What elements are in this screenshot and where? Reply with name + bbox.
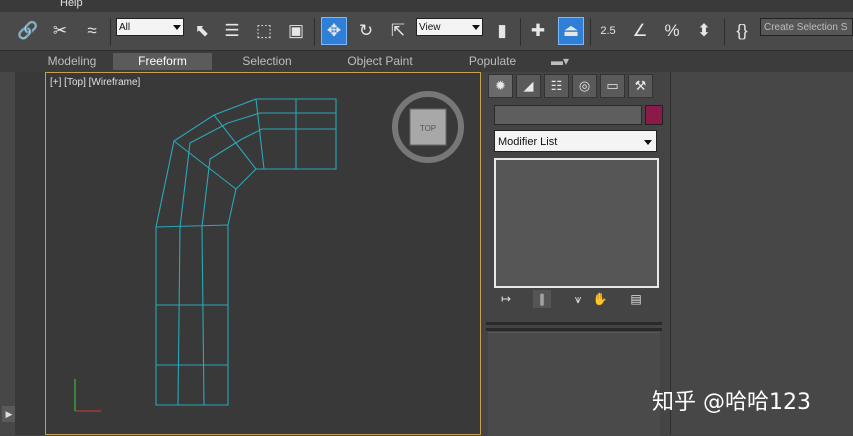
window-crossing-icon[interactable]: ▣ xyxy=(284,18,308,44)
select-and-move-icon[interactable]: ✥ xyxy=(321,17,347,45)
menu-help[interactable]: Help xyxy=(60,0,83,9)
configure-modifier-sets-icon[interactable]: ▤ xyxy=(627,290,645,308)
keyboard-shortcut-override-icon[interactable]: ⏏ xyxy=(558,17,584,45)
create-tab-icon[interactable]: ✹ xyxy=(488,74,513,98)
select-manipulate-icon[interactable]: ✚ xyxy=(526,18,550,44)
link-icon[interactable]: 🔗 xyxy=(16,18,40,44)
watermark: 知乎 @哈哈123 xyxy=(652,390,811,415)
tab-modeling[interactable]: Modeling xyxy=(34,53,110,70)
modify-tab-icon[interactable]: ◢ xyxy=(516,74,541,98)
remove-modifier-icon[interactable]: ✋ xyxy=(591,290,609,308)
show-end-result-icon[interactable]: ∥ xyxy=(533,290,551,308)
object-color-swatch[interactable] xyxy=(645,105,663,125)
select-object-icon[interactable]: ⬉ xyxy=(190,18,214,44)
bind-space-warp-icon[interactable]: ≈ xyxy=(80,18,104,44)
tab-object-paint[interactable]: Object Paint xyxy=(330,53,430,70)
tab-populate[interactable]: Populate xyxy=(455,53,530,70)
rectangular-selection-icon[interactable]: ⬚ xyxy=(252,18,276,44)
selection-filter-value: All xyxy=(119,22,131,33)
wireframe-mesh xyxy=(155,98,337,406)
reference-coord-dropdown[interactable]: View xyxy=(416,18,483,36)
snaps-toggle-icon[interactable]: 2.5 xyxy=(596,18,620,44)
axis-tripod-icon xyxy=(74,379,101,412)
ribbon-options-icon[interactable]: ▬▾ xyxy=(545,53,575,70)
command-panel: ✹ ◢ ☷ ◎ ▭ ⚒ Modifier List ↦ ∥ ⩛ ✋ ▤ xyxy=(483,72,670,436)
select-by-name-icon[interactable]: ☰ xyxy=(220,18,244,44)
hierarchy-tab-icon[interactable]: ☷ xyxy=(544,74,569,98)
viewport-top[interactable]: [+] [Top] [Wireframe] TOP xyxy=(45,72,481,435)
percent-snap-icon[interactable]: % xyxy=(660,18,684,44)
ribbon-tabs: Modeling Freeform Selection Object Paint… xyxy=(0,51,853,72)
viewcube-label: TOP xyxy=(420,124,436,133)
select-and-rotate-icon[interactable]: ↻ xyxy=(354,18,378,44)
play-icon[interactable]: ▶ xyxy=(2,406,16,422)
spinner-snap-icon[interactable]: ⬍ xyxy=(692,18,716,44)
object-name-field[interactable] xyxy=(494,105,642,125)
menu-bar: Help xyxy=(0,0,853,12)
modifier-list-dropdown[interactable]: Modifier List xyxy=(494,130,657,152)
unlink-icon[interactable]: ✂ xyxy=(48,18,72,44)
panel-divider xyxy=(486,328,662,331)
pin-stack-icon[interactable]: ↦ xyxy=(497,290,515,308)
edit-named-selection-icon[interactable]: {} xyxy=(730,18,754,44)
angle-snap-icon[interactable]: ∠ xyxy=(628,18,652,44)
make-unique-icon[interactable]: ⩛ xyxy=(569,290,587,308)
pivot-center-icon[interactable]: ▮ xyxy=(490,18,514,44)
left-strip: ▶ xyxy=(0,72,16,435)
tab-freeform[interactable]: Freeform xyxy=(113,53,212,70)
named-selection-set-field[interactable]: Create Selection S xyxy=(760,18,853,36)
tab-selection[interactable]: Selection xyxy=(222,53,312,70)
viewport-margin xyxy=(15,72,45,435)
select-and-scale-icon[interactable]: ⇱ xyxy=(386,18,410,44)
snap-value: 2.5 xyxy=(600,25,616,37)
selection-filter-dropdown[interactable]: All xyxy=(116,18,184,36)
motion-tab-icon[interactable]: ◎ xyxy=(572,74,597,98)
right-panel xyxy=(670,72,853,435)
named-selection-set-placeholder: Create Selection S xyxy=(764,22,848,33)
modifier-stack[interactable] xyxy=(494,158,659,288)
modifier-list-value: Modifier List xyxy=(498,136,558,148)
utilities-tab-icon[interactable]: ⚒ xyxy=(628,74,653,98)
wireframe-canvas: TOP xyxy=(74,91,464,412)
panel-divider xyxy=(486,322,662,325)
reference-coord-value: View xyxy=(419,22,441,33)
display-tab-icon[interactable]: ▭ xyxy=(600,74,625,98)
parameters-rollout xyxy=(488,332,660,436)
main-toolbar: 🔗 ✂ ≈ All ⬉ ☰ ⬚ ▣ ✥ ↻ ⇱ View ▮ ✚ ⏏ 2.5 ∠… xyxy=(0,12,853,51)
